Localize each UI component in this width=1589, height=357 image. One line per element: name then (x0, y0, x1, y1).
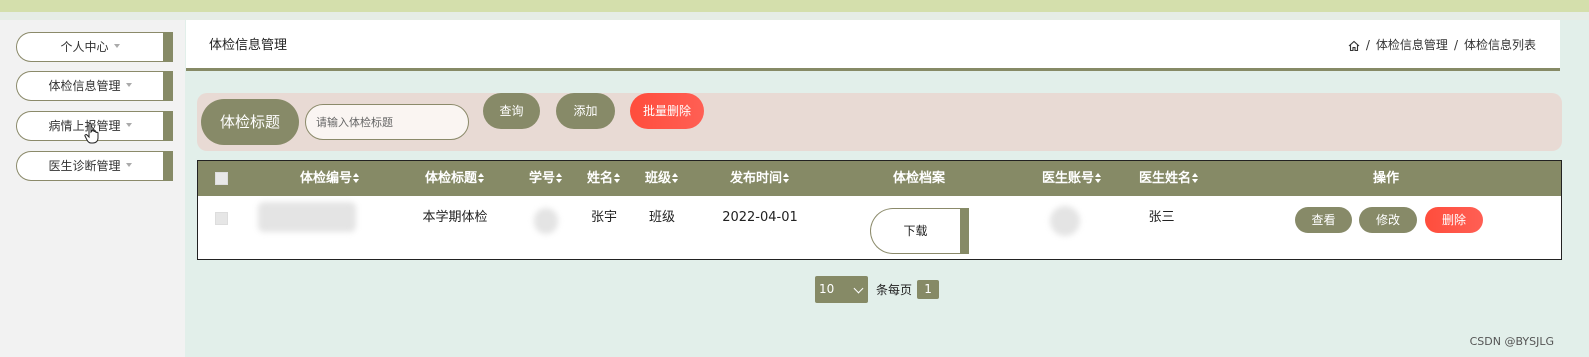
edit-button[interactable]: 修改 (1359, 207, 1417, 233)
column-header-exam-id[interactable]: 体检编号 (280, 161, 380, 196)
breadcrumb-separator: / (1453, 38, 1458, 52)
chevron-down-icon (125, 82, 132, 87)
chevron-down-icon (125, 162, 132, 167)
search-bar: 体检标题 查询 添加 批量删除 (197, 93, 1562, 151)
download-button-label: 下载 (903, 224, 928, 238)
sort-icon[interactable] (1192, 172, 1199, 183)
sidebar-item-label: 医生诊断管理 (48, 159, 121, 173)
blurred-doctor-account (1050, 206, 1080, 236)
search-field-label: 体检标题 (201, 99, 299, 145)
page-size-select[interactable]: 10 (815, 276, 868, 303)
query-button[interactable]: 查询 (483, 93, 540, 129)
breadcrumb-separator: / (1365, 38, 1370, 52)
column-header-student-id[interactable]: 学号 (520, 161, 572, 196)
exam-table: 体检编号 体检标题 学号 姓名 班级 发布时间 体检档案 医生账号 医生姓名 操… (197, 160, 1562, 260)
sort-icon[interactable] (1095, 172, 1102, 183)
sidebar-item-personal-center[interactable]: 个人中心 (16, 32, 173, 62)
sidebar-item-label: 体检信息管理 (48, 79, 121, 93)
sidebar-item-accent (163, 111, 173, 141)
pagination: 10 条每页 1 (815, 276, 940, 303)
sort-icon[interactable] (783, 172, 790, 183)
home-icon[interactable] (1348, 40, 1360, 52)
top-banner-strip (0, 12, 1589, 20)
table-header: 体检编号 体检标题 学号 姓名 班级 发布时间 体检档案 医生账号 医生姓名 操… (198, 161, 1561, 196)
column-header-doctor-account[interactable]: 医生账号 (1022, 161, 1122, 196)
column-header-exam-title[interactable]: 体检标题 (405, 161, 505, 196)
column-header-class[interactable]: 班级 (636, 161, 688, 196)
chevron-down-icon (113, 43, 120, 48)
sidebar-item-label: 个人中心 (60, 40, 109, 54)
download-button[interactable]: 下载 (870, 208, 969, 254)
sidebar-item-doctor-diagnosis[interactable]: 医生诊断管理 (16, 151, 173, 181)
select-all-checkbox[interactable] (215, 172, 228, 185)
column-header-doctor-name[interactable]: 医生姓名 (1119, 161, 1219, 196)
chevron-down-icon (853, 283, 864, 294)
delete-button[interactable]: 删除 (1425, 207, 1483, 233)
cell-name: 张宇 (590, 210, 617, 225)
column-header-publish-time[interactable]: 发布时间 (710, 161, 810, 196)
sidebar-item-accent (163, 32, 173, 62)
table-row: 本学期体检 张宇 班级 2022-04-01 下载 张三 查看 修改 删除 (198, 196, 1561, 259)
column-header-exam-file: 体检档案 (892, 171, 945, 186)
page-header: 体检信息管理 / 体检信息管理 / 体检信息列表 (186, 20, 1560, 71)
page-title: 体检信息管理 (209, 38, 288, 53)
blurred-student-id (534, 208, 558, 234)
cell-publish-time: 2022-04-01 (722, 210, 798, 225)
row-checkbox[interactable] (215, 212, 228, 225)
sort-icon[interactable] (672, 172, 679, 183)
breadcrumb: / 体检信息管理 / 体检信息列表 (1348, 20, 1536, 71)
sort-icon[interactable] (353, 172, 360, 183)
page-size-value: 10 (819, 282, 835, 296)
sidebar-item-accent (163, 71, 173, 101)
column-header-actions: 操作 (1372, 171, 1399, 186)
view-button[interactable]: 查看 (1295, 207, 1352, 233)
sort-icon[interactable] (614, 172, 621, 183)
chevron-down-icon (125, 122, 132, 127)
batch-delete-button[interactable]: 批量删除 (630, 93, 704, 129)
breadcrumb-item-exam-info[interactable]: 体检信息管理 (1376, 20, 1448, 71)
download-button-accent (960, 208, 969, 254)
cell-class: 班级 (648, 210, 675, 225)
add-button[interactable]: 添加 (556, 93, 615, 129)
search-input[interactable] (305, 104, 469, 140)
page-number-current[interactable]: 1 (917, 280, 940, 299)
cell-doctor-name: 张三 (1148, 210, 1175, 225)
sidebar-item-exam-info[interactable]: 体检信息管理 (16, 71, 173, 101)
sidebar: 个人中心 体检信息管理 病情上报管理 医生诊断管理 (0, 20, 185, 357)
sidebar-item-accent (163, 151, 173, 181)
cell-exam-title: 本学期体检 (422, 210, 488, 225)
watermark: CSDN @BYSJLG (1469, 335, 1554, 348)
sort-icon[interactable] (556, 172, 563, 183)
per-page-label: 条每页 (876, 283, 913, 297)
hand-cursor-icon (84, 122, 99, 144)
breadcrumb-item-exam-list: 体检信息列表 (1463, 38, 1536, 52)
column-header-name[interactable]: 姓名 (578, 161, 630, 196)
top-banner (0, 0, 1589, 12)
sort-icon[interactable] (478, 172, 485, 183)
blurred-exam-id (258, 202, 356, 232)
